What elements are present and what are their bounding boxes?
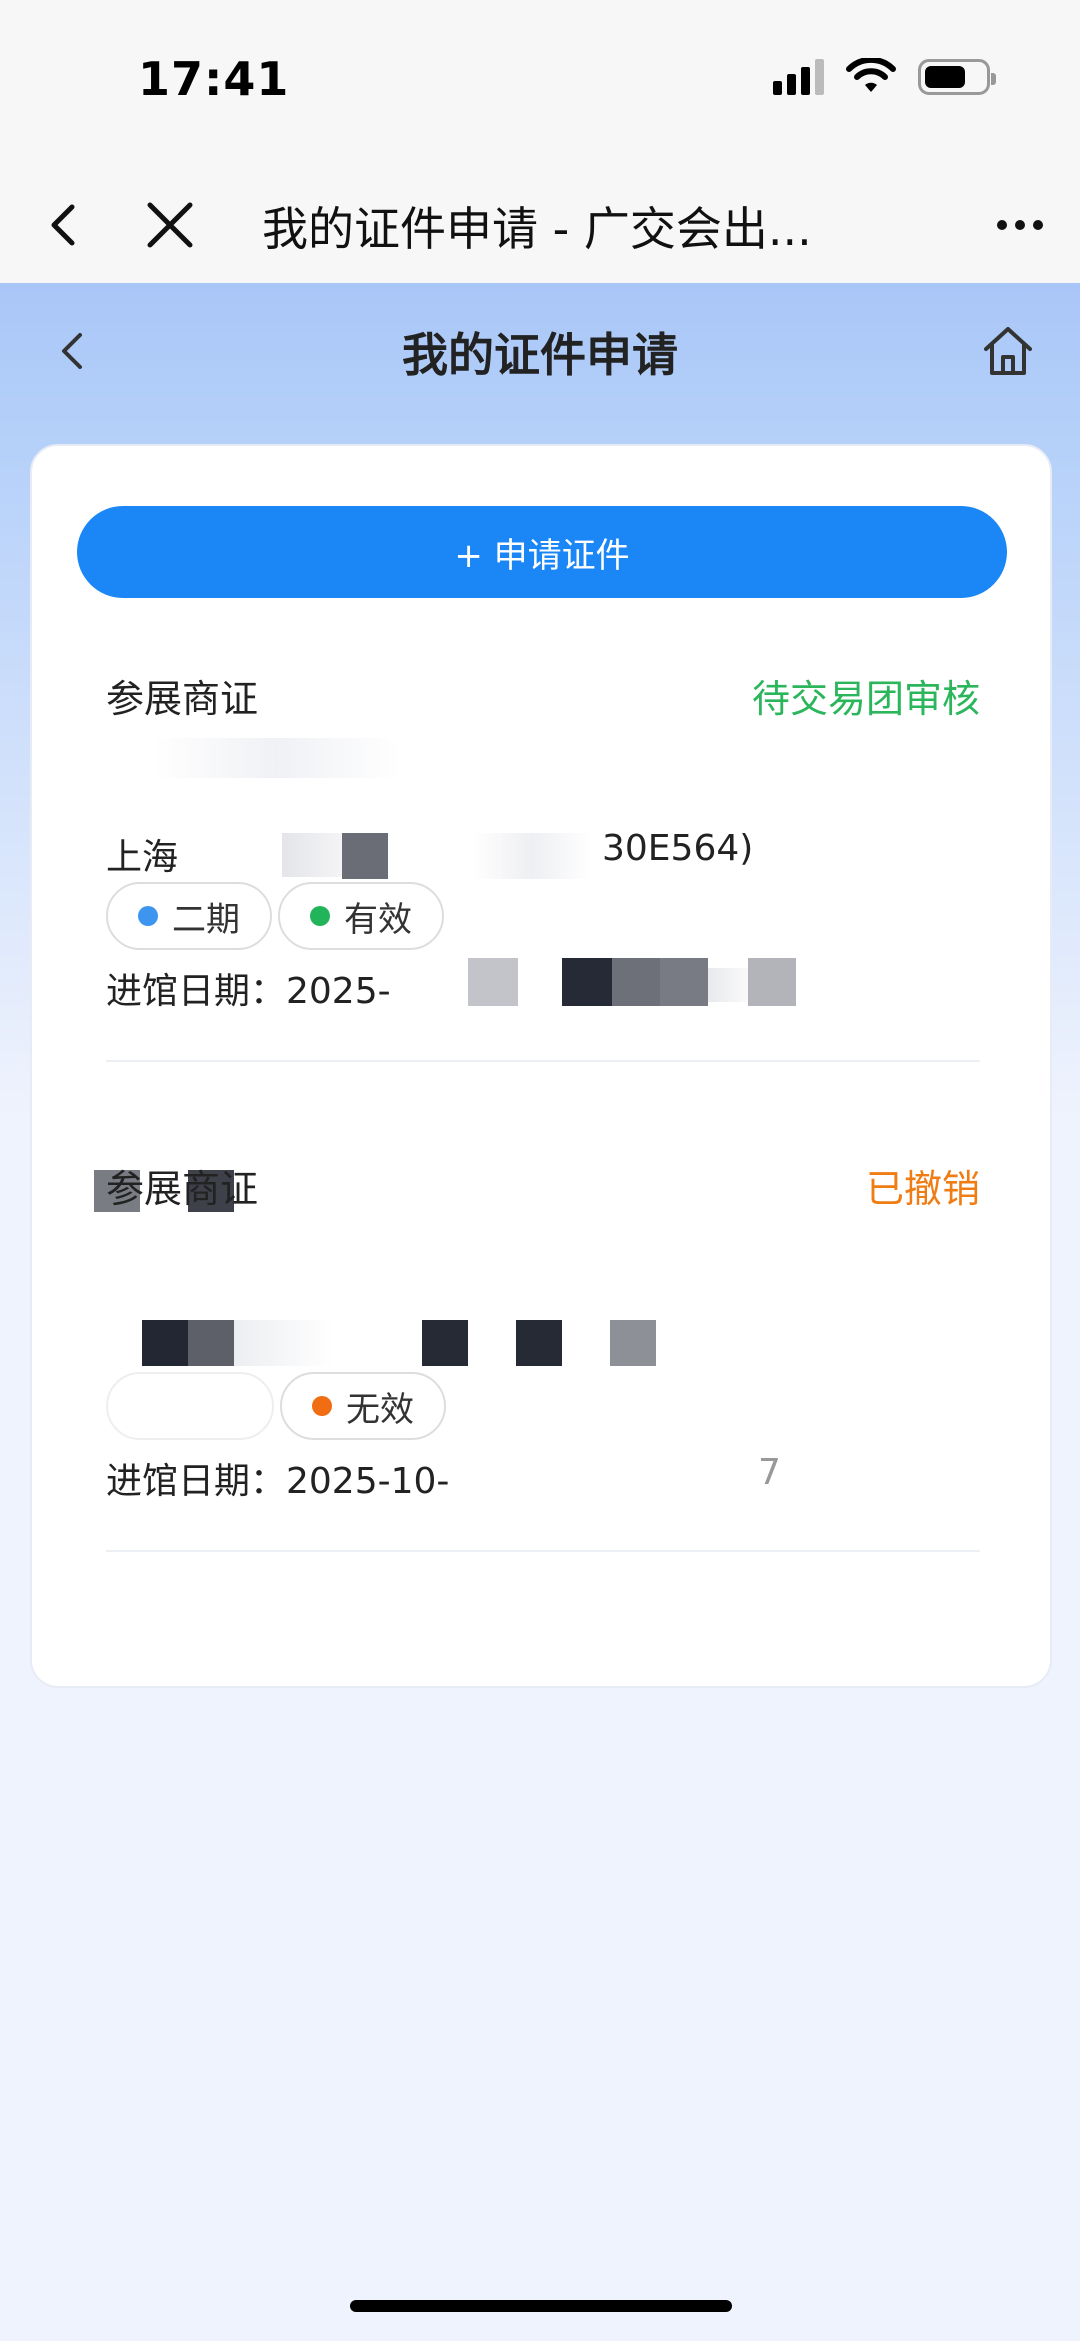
status-time: 17:41 <box>138 52 290 106</box>
company-code: 30E564) <box>602 828 754 869</box>
divider <box>106 1550 980 1552</box>
more-icon[interactable] <box>990 195 1050 255</box>
wifi-icon <box>846 58 896 92</box>
company-name: 上海 <box>106 837 179 878</box>
divider <box>106 1060 980 1062</box>
redacted-area <box>610 1320 656 1366</box>
entry-date: 进馆日期：2025-10- <box>106 1461 450 1502</box>
redacted-area <box>188 1320 234 1366</box>
redacted-area <box>562 958 612 1006</box>
redacted-area <box>472 833 592 879</box>
battery-icon <box>918 59 996 95</box>
redacted-area <box>152 738 402 778</box>
home-indicator <box>350 2300 732 2312</box>
validity-tag: 有效 <box>278 882 444 950</box>
validity-tag: 无效 <box>280 1372 446 1440</box>
entry-date-suffix: 7 <box>758 1452 781 1493</box>
redacted-area <box>748 958 796 1006</box>
tag-list: 二期 有效 <box>106 882 444 950</box>
redacted-area <box>282 833 342 877</box>
redacted-area <box>612 958 660 1006</box>
certificate-type: 参展商证 <box>106 677 259 721</box>
redacted-area <box>660 958 708 1006</box>
browser-close-icon[interactable] <box>140 195 200 255</box>
period-tag: 二期 <box>106 882 272 950</box>
redacted-area <box>708 968 748 1002</box>
period-tag <box>106 1372 274 1440</box>
status-label: 待交易团审核 <box>751 677 980 721</box>
redacted-area <box>422 1320 468 1366</box>
tag-list: 无效 <box>106 1372 446 1440</box>
browser-title: 我的证件申请 - 广交会出... <box>262 202 812 256</box>
dot-icon <box>310 906 330 926</box>
apply-certificate-button[interactable]: + 申请证件 <box>77 506 1007 598</box>
redacted-area <box>516 1320 562 1366</box>
redacted-area <box>342 833 388 879</box>
redacted-area <box>234 1320 334 1366</box>
signal-icon <box>773 59 824 95</box>
certificate-list-card: + 申请证件 参展商证 待交易团审核 上海 30E564) 二期 有效 进馆日期… <box>30 444 1052 1688</box>
status-label: 已撤销 <box>865 1167 980 1211</box>
browser-bar: 我的证件申请 - 广交会出... <box>0 165 1080 283</box>
page-title: 我的证件申请 <box>402 328 678 382</box>
browser-back-icon[interactable] <box>36 195 96 255</box>
redacted-area <box>468 958 518 1006</box>
certificate-type: 参展商证 <box>106 1167 259 1211</box>
dot-icon <box>138 906 158 926</box>
status-icons <box>773 58 996 96</box>
page-header: 我的证件申请 <box>0 283 1080 418</box>
status-bar: 17:41 <box>0 0 1080 165</box>
redacted-area <box>142 1320 188 1366</box>
home-icon[interactable] <box>976 319 1040 383</box>
dot-icon <box>312 1396 332 1416</box>
entry-date: 进馆日期：2025- <box>106 971 391 1012</box>
